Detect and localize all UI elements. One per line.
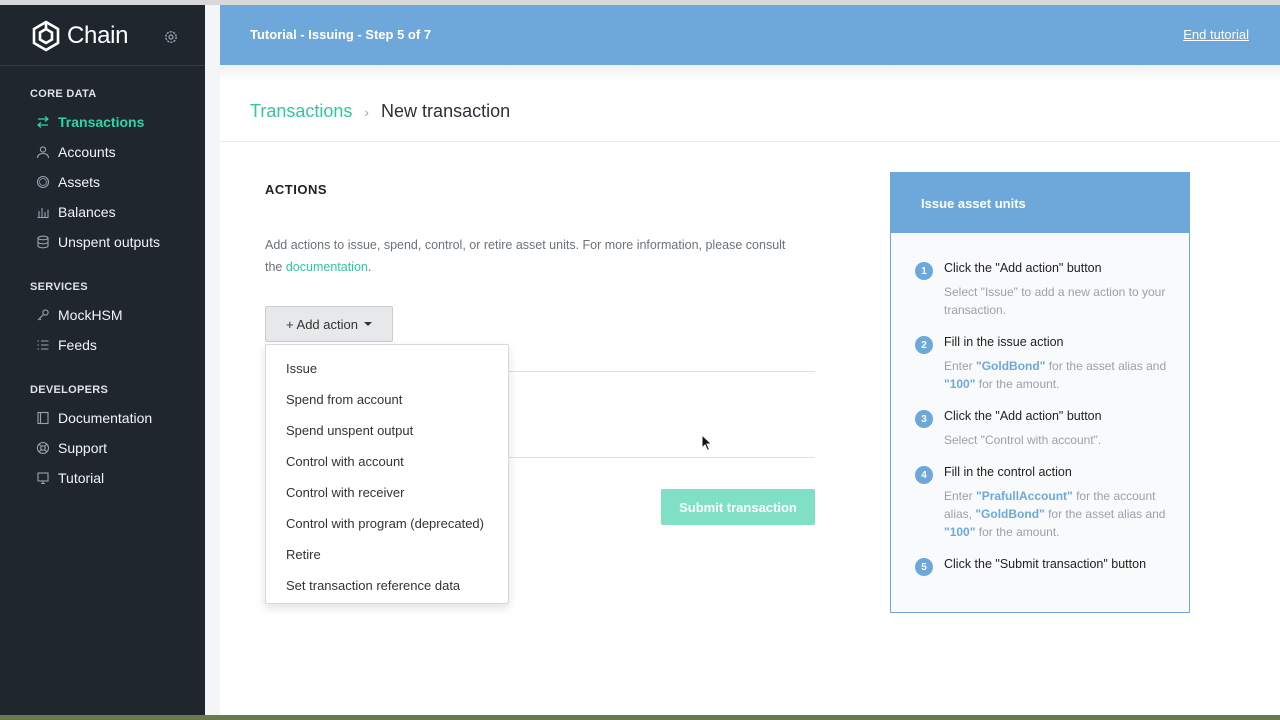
step-description-text: for the asset alias and [1045, 359, 1167, 373]
circle-icon [36, 175, 50, 189]
sidebar-item-label: Documentation [58, 410, 153, 426]
step-number-badge: 3 [915, 410, 933, 428]
step-description-text: for the asset alias and [1044, 507, 1166, 521]
sidebar-item-feeds[interactable]: Feeds [36, 334, 97, 356]
tutorial-step-title: Tutorial - Issuing - Step 5 of 7 [250, 27, 432, 42]
menu-item-spend-from-account[interactable]: Spend from account [266, 384, 508, 415]
monitor-icon [37, 472, 49, 485]
section-title-developers: DEVELOPERS [30, 384, 109, 396]
step-highlight-value: "GoldBond" [975, 507, 1045, 521]
sidebar-item-transactions[interactable]: Transactions [36, 111, 144, 133]
menu-item-spend-unspent-output[interactable]: Spend unspent output [266, 415, 508, 446]
actions-description: Add actions to issue, spend, control, or… [265, 234, 795, 278]
add-action-dropdown-menu: Issue Spend from account Spend unspent o… [265, 344, 509, 604]
actions-description-end: . [367, 260, 372, 274]
key-icon [37, 309, 49, 321]
step-highlight-value: "100" [944, 525, 976, 539]
step-number-badge: 4 [915, 466, 933, 484]
step-description-text: Select "Control with account". [944, 433, 1102, 447]
brand[interactable]: Chain [30, 19, 129, 53]
brand-name: Chain [67, 22, 129, 49]
step-number-badge: 1 [915, 262, 933, 280]
section-title-services: SERVICES [30, 281, 88, 293]
sidebar-item-label: Feeds [58, 337, 97, 353]
list-icon [37, 340, 49, 350]
breadcrumb-transactions-link[interactable]: Transactions [250, 101, 352, 122]
chain-logo-icon [32, 20, 60, 52]
user-icon [36, 146, 50, 159]
section-title-core-data: CORE DATA [30, 88, 97, 100]
step-title: Click the "Submit transaction" button [944, 557, 1147, 571]
sidebar-item-label: Transactions [58, 114, 145, 130]
documentation-link[interactable]: documentation [286, 260, 368, 274]
database-icon [37, 235, 49, 249]
sidebar-item-documentation[interactable]: Documentation [36, 407, 152, 429]
step-description-text: for the amount. [975, 525, 1060, 539]
arrows-exchange-icon [37, 116, 49, 128]
lifebuoy-icon [36, 441, 50, 455]
sidebar-item-label: Support [58, 440, 108, 456]
end-tutorial-link[interactable]: End tutorial [1183, 27, 1249, 42]
mouse-cursor-icon [701, 434, 713, 452]
sidebar-item-label: Balances [58, 204, 116, 220]
step-title: Click the "Add action" button [944, 261, 1102, 275]
step-description-text: Enter [944, 489, 977, 503]
add-action-button[interactable]: + Add action [265, 306, 393, 342]
main-gutter [205, 5, 220, 715]
sidebar: Chain CORE DATA Transactions Accounts As… [0, 5, 205, 715]
step-title: Click the "Add action" button [944, 409, 1102, 423]
gear-icon[interactable] [163, 29, 179, 45]
sidebar-item-assets[interactable]: Assets [36, 171, 100, 193]
submit-transaction-button[interactable]: Submit transaction [661, 489, 815, 525]
step-description: Enter "GoldBond" for the asset alias and… [944, 357, 1169, 393]
menu-item-retire[interactable]: Retire [266, 539, 508, 570]
step-description: Select "Issue" to add a new action to yo… [944, 283, 1169, 319]
main-content: Tutorial - Issuing - Step 5 of 7 End tut… [220, 5, 1280, 715]
sidebar-item-tutorial[interactable]: Tutorial [36, 467, 104, 489]
book-icon [37, 411, 49, 425]
window-bottom-strip [0, 715, 1280, 720]
sidebar-item-label: Accounts [58, 144, 116, 160]
sidebar-item-unspent-outputs[interactable]: Unspent outputs [36, 231, 160, 253]
sidebar-item-accounts[interactable]: Accounts [36, 141, 116, 163]
tutorial-bar: Tutorial - Issuing - Step 5 of 7 End tut… [220, 5, 1280, 65]
sidebar-item-label: MockHSM [58, 307, 123, 323]
add-action-label: + Add action [286, 316, 358, 332]
step-description: Enter "PrafullAccount" for the account a… [944, 487, 1169, 541]
sidebar-item-support[interactable]: Support [36, 437, 107, 459]
sidebar-item-balances[interactable]: Balances [36, 201, 116, 223]
step-highlight-value: "100" [944, 377, 976, 391]
header-divider [220, 141, 1280, 142]
breadcrumb: Transactions › New transaction [250, 101, 510, 122]
tutorial-panel-title: Issue asset units [891, 173, 1189, 233]
sidebar-item-label: Tutorial [58, 470, 105, 486]
sidebar-item-label: Assets [58, 174, 101, 190]
step-description-text: Enter [944, 359, 977, 373]
tutorial-bar-shadow [220, 65, 1280, 81]
step-description-text: for the amount. [975, 377, 1060, 391]
menu-item-control-with-account[interactable]: Control with account [266, 446, 508, 477]
actions-heading: ACTIONS [265, 182, 327, 197]
step-highlight-value: "PrafullAccount" [976, 489, 1073, 503]
menu-item-issue[interactable]: Issue [266, 353, 508, 384]
step-number-badge: 2 [915, 336, 933, 354]
tutorial-panel: Issue asset units 1 Click the "Add actio… [890, 172, 1190, 613]
page-title: New transaction [381, 101, 511, 121]
sidebar-item-label: Unspent outputs [58, 234, 160, 250]
step-number-badge: 5 [915, 558, 933, 576]
menu-item-set-reference-data[interactable]: Set transaction reference data [266, 570, 508, 601]
menu-item-control-with-program[interactable]: Control with program (deprecated) [266, 508, 508, 539]
step-description-text: Select "Issue" to add a new action to yo… [944, 285, 1166, 317]
step-title: Fill in the control action [944, 465, 1072, 479]
sidebar-item-mockhsm[interactable]: MockHSM [36, 304, 123, 326]
chevron-right-icon: › [364, 103, 370, 120]
step-description: Select "Control with account". [944, 431, 1169, 449]
step-title: Fill in the issue action [944, 335, 1064, 349]
step-highlight-value: "GoldBond" [976, 359, 1046, 373]
sidebar-divider [0, 65, 205, 66]
caret-down-icon [363, 322, 372, 326]
menu-item-control-with-receiver[interactable]: Control with receiver [266, 477, 508, 508]
bar-chart-icon [37, 208, 49, 219]
